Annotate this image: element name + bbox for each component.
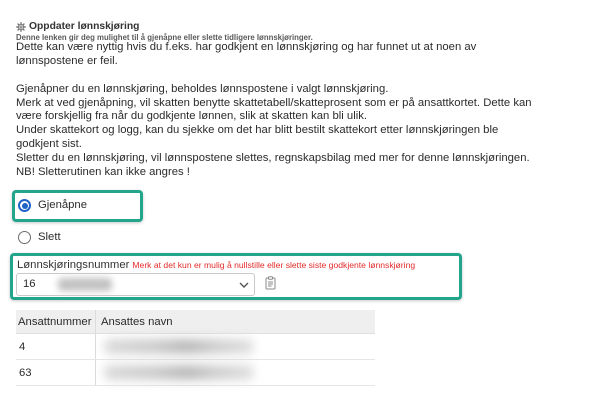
description-line: Sletter du en lønnskjøring, vil lønnspos… bbox=[16, 152, 530, 165]
radio-button-delete[interactable] bbox=[18, 231, 31, 244]
clipboard-icon[interactable] bbox=[265, 276, 276, 290]
description-line: Gjenåpner du en lønnskjøring, beholdes l… bbox=[16, 82, 389, 95]
description-line: være forskjellig fra når du godkjente lø… bbox=[16, 110, 368, 123]
table-row: 4 bbox=[16, 334, 375, 360]
table-header-row: Ansattnummer Ansattes navn bbox=[16, 310, 375, 334]
description-line: Under skattekort og logg, kan du sjekke … bbox=[16, 124, 499, 137]
description: Dette kan være nyttig hvis du f.eks. har… bbox=[16, 41, 532, 180]
description-line: Merk at ved gjenåpning, vil skatten beny… bbox=[16, 96, 532, 109]
employee-name-cell bbox=[95, 360, 375, 385]
payroll-run-label: Lønnskjøringsnummer bbox=[17, 259, 130, 271]
page-title: Oppdater lønnskjøring bbox=[29, 21, 140, 32]
radio-option-reopen[interactable]: Gjenåpne bbox=[18, 199, 87, 212]
description-line: NB! Sletterutinen kan ikke angres ! bbox=[16, 166, 190, 179]
description-paragraph-2: Gjenåpner du en lønnskjøring, beholdes l… bbox=[16, 83, 532, 180]
description-line: Dette kan være nyttig hvis du f.eks. har… bbox=[16, 41, 477, 53]
payroll-run-field-header: Lønnskjøringsnummer Merk at det kun er m… bbox=[17, 258, 415, 272]
description-line: godkjent sist. bbox=[16, 138, 82, 151]
employee-number-cell: 4 bbox=[19, 340, 26, 353]
employee-name-cell bbox=[95, 334, 375, 359]
radio-label-reopen[interactable]: Gjenåpne bbox=[38, 199, 87, 212]
redacted-name bbox=[104, 365, 254, 380]
page-header: Oppdater lønnskjøring bbox=[16, 21, 139, 33]
chevron-down-icon[interactable] bbox=[239, 282, 249, 288]
redacted-name bbox=[104, 339, 254, 354]
payroll-run-selected-value[interactable]: 16 bbox=[23, 274, 36, 295]
column-header-employee-name: Ansattes navn bbox=[95, 310, 375, 333]
description-paragraph-1: Dette kan være nyttig hvis du f.eks. har… bbox=[16, 41, 532, 69]
radio-button-reopen[interactable] bbox=[18, 199, 31, 212]
column-header-employee-number: Ansattnummer bbox=[18, 315, 92, 328]
description-line: lønnspostene er feil. bbox=[16, 54, 118, 67]
payroll-run-warning: Merk at det kun er mulig å nullstille el… bbox=[132, 260, 416, 270]
payroll-run-select[interactable]: 16 bbox=[16, 273, 255, 296]
table-row: 63 bbox=[16, 360, 375, 386]
radio-selected-dot bbox=[21, 202, 28, 209]
radio-option-delete[interactable]: Slett bbox=[18, 231, 61, 244]
radio-label-delete[interactable]: Slett bbox=[38, 231, 61, 244]
employees-table: Ansattnummer Ansattes navn 4 63 bbox=[16, 310, 375, 386]
redacted-run-description bbox=[58, 278, 112, 291]
gear-icon bbox=[16, 22, 26, 32]
employee-number-cell: 63 bbox=[19, 366, 32, 379]
